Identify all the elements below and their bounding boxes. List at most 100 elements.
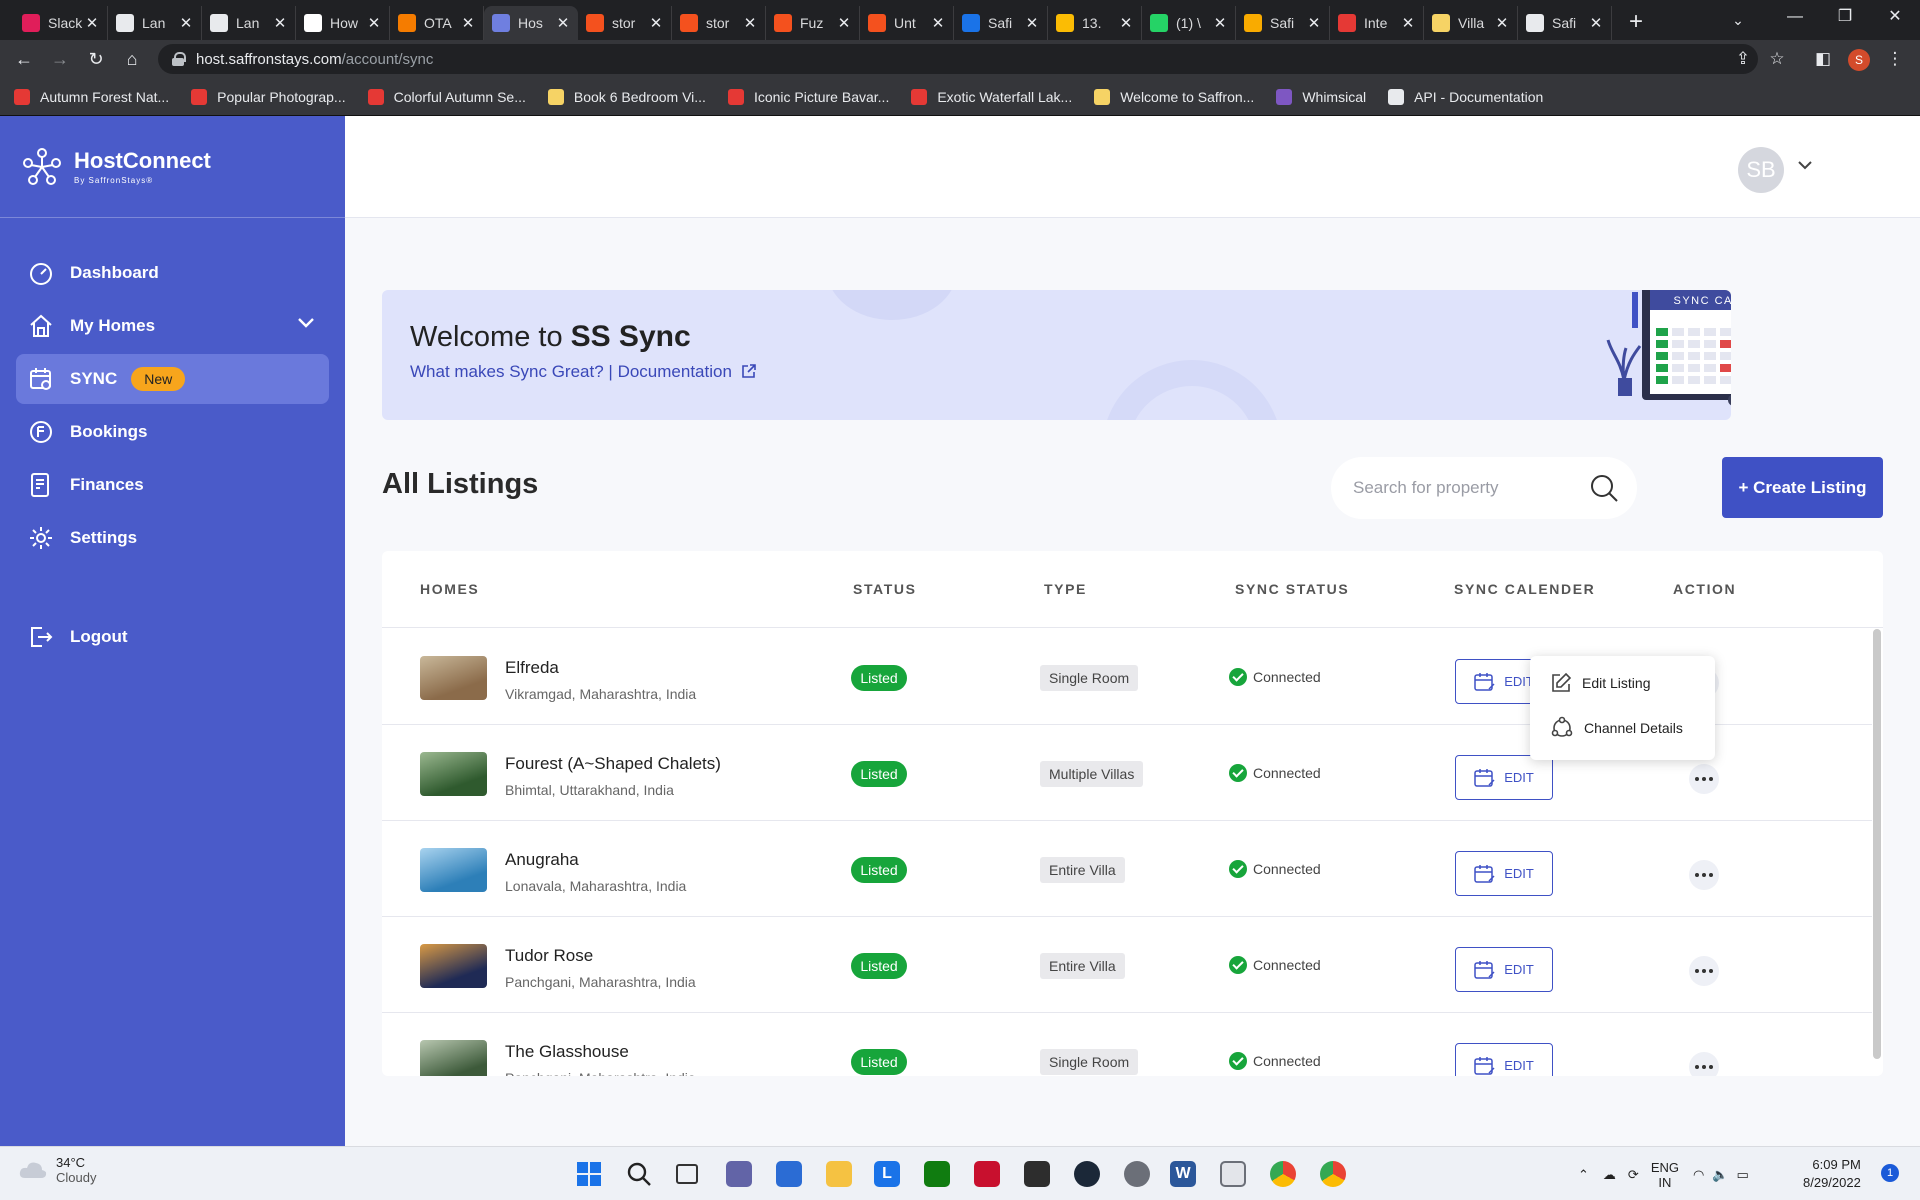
- browser-tab[interactable]: (1) \ ✕: [1142, 6, 1236, 40]
- tab-close-icon[interactable]: ✕: [1025, 14, 1039, 32]
- battery-icon[interactable]: ▭: [1737, 1167, 1749, 1183]
- bookmark-item[interactable]: Whimsical: [1276, 88, 1366, 105]
- property-thumbnail[interactable]: [420, 848, 487, 892]
- bookmark-item[interactable]: Iconic Picture Bavar...: [727, 88, 889, 105]
- nav-logout[interactable]: Logout: [16, 612, 329, 662]
- nav-sync[interactable]: SYNC New: [16, 354, 329, 404]
- browser-tab[interactable]: OTA ✕: [390, 6, 484, 40]
- more-actions-icon[interactable]: [1689, 764, 1719, 794]
- browser-tab[interactable]: Lan ✕: [202, 6, 296, 40]
- app-l-icon[interactable]: L: [874, 1161, 900, 1187]
- browser-tab[interactable]: stor ✕: [578, 6, 672, 40]
- notification-badge[interactable]: 1: [1881, 1164, 1899, 1182]
- windows-start-icon[interactable]: [576, 1161, 602, 1187]
- more-actions-icon[interactable]: [1689, 956, 1719, 986]
- search-icon[interactable]: [1589, 473, 1619, 503]
- browser-tab[interactable]: Fuz ✕: [766, 6, 860, 40]
- chevron-down-icon[interactable]: [297, 317, 315, 329]
- browser-tab[interactable]: Lan ✕: [108, 6, 202, 40]
- property-name[interactable]: Elfreda: [505, 658, 559, 678]
- word-icon[interactable]: W: [1170, 1161, 1196, 1187]
- share-icon[interactable]: ⇪: [1728, 44, 1758, 74]
- nav-bookings[interactable]: Bookings: [16, 407, 329, 457]
- browser-tab[interactable]: 13. ✕: [1048, 6, 1142, 40]
- snipping-tool-icon[interactable]: [1220, 1161, 1246, 1187]
- forward-icon[interactable]: →: [42, 42, 78, 76]
- bookmark-star-icon[interactable]: ☆: [1762, 44, 1792, 74]
- browser-tab[interactable]: Slack ✕: [14, 6, 108, 40]
- clock[interactable]: 6:09 PM 8/29/2022: [1803, 1156, 1861, 1192]
- browser-tab[interactable]: stor ✕: [672, 6, 766, 40]
- browser-tab[interactable]: Hos ✕: [484, 6, 578, 40]
- property-name[interactable]: Anugraha: [505, 850, 579, 870]
- browser-tab[interactable]: Safi ✕: [954, 6, 1048, 40]
- restore-icon[interactable]: ❐: [1820, 0, 1870, 34]
- tab-close-icon[interactable]: ✕: [1307, 14, 1321, 32]
- property-name[interactable]: Fourest (A~Shaped Chalets): [505, 754, 721, 774]
- table-row[interactable]: The Glasshouse Panchgani, Maharashtra, In…: [382, 1013, 1872, 1076]
- weather-widget[interactable]: 34°C Cloudy: [18, 1155, 96, 1185]
- user-avatar[interactable]: SB: [1738, 147, 1784, 193]
- browser-tab[interactable]: Safi ✕: [1518, 6, 1612, 40]
- tab-close-icon[interactable]: ✕: [931, 14, 945, 32]
- bookmark-item[interactable]: Popular Photograp...: [191, 88, 346, 105]
- tab-close-icon[interactable]: ✕: [556, 14, 570, 32]
- bookmark-item[interactable]: Exotic Waterfall Lak...: [911, 88, 1072, 105]
- teams-chat-icon[interactable]: [726, 1161, 752, 1187]
- property-thumbnail[interactable]: [420, 1040, 487, 1076]
- volume-icon[interactable]: 🔈: [1712, 1167, 1728, 1183]
- bookmark-item[interactable]: Welcome to Saffron...: [1094, 88, 1254, 105]
- table-scrollbar[interactable]: [1873, 629, 1881, 1059]
- property-thumbnail[interactable]: [420, 656, 487, 700]
- property-thumbnail[interactable]: [420, 944, 487, 988]
- search-input[interactable]: [1353, 478, 1589, 498]
- tab-close-icon[interactable]: ✕: [649, 14, 663, 32]
- tab-close-icon[interactable]: ✕: [179, 14, 193, 32]
- reload-icon[interactable]: ↻: [78, 42, 114, 76]
- menu-kebab-icon[interactable]: ⋮: [1880, 44, 1910, 74]
- wifi-icon[interactable]: ◠: [1693, 1167, 1704, 1183]
- sticky-notes-icon[interactable]: [1024, 1161, 1050, 1187]
- profile-avatar[interactable]: S: [1848, 49, 1870, 71]
- edit-calendar-button[interactable]: EDIT: [1455, 755, 1553, 800]
- bookmark-item[interactable]: API - Documentation: [1388, 88, 1543, 105]
- edit-calendar-button[interactable]: EDIT: [1455, 947, 1553, 992]
- xbox-icon[interactable]: [924, 1161, 950, 1187]
- bookmark-item[interactable]: Book 6 Bedroom Vi...: [547, 88, 706, 105]
- task-view-icon[interactable]: [676, 1164, 698, 1184]
- more-actions-icon[interactable]: [1689, 1052, 1719, 1076]
- tab-close-icon[interactable]: ✕: [367, 14, 381, 32]
- back-icon[interactable]: ←: [6, 42, 42, 76]
- tab-close-icon[interactable]: ✕: [1589, 14, 1603, 32]
- mcafee-icon[interactable]: [974, 1161, 1000, 1187]
- tab-close-icon[interactable]: ✕: [85, 14, 99, 32]
- property-thumbnail[interactable]: [420, 752, 487, 796]
- edit-calendar-button[interactable]: EDIT: [1455, 851, 1553, 896]
- tray-chevron-up-icon[interactable]: ⌃: [1578, 1167, 1589, 1183]
- browser-tab[interactable]: How ✕: [296, 6, 390, 40]
- tab-close-icon[interactable]: ✕: [1401, 14, 1415, 32]
- side-panel-icon[interactable]: ◧: [1808, 44, 1838, 74]
- table-row[interactable]: Anugraha Lonavala, Maharashtra, India List…: [382, 821, 1872, 917]
- property-name[interactable]: Tudor Rose: [505, 946, 593, 966]
- tab-close-icon[interactable]: ✕: [1495, 14, 1509, 32]
- close-window-icon[interactable]: ✕: [1870, 0, 1920, 34]
- nav-my-homes[interactable]: My Homes: [16, 301, 329, 351]
- tab-search-icon[interactable]: ⌄: [1724, 6, 1752, 34]
- nav-dashboard[interactable]: Dashboard: [16, 248, 329, 298]
- sync-icon[interactable]: ⟳: [1628, 1167, 1639, 1183]
- store-icon[interactable]: [776, 1161, 802, 1187]
- table-row[interactable]: Tudor Rose Panchgani, Maharashtra, India L…: [382, 917, 1872, 1013]
- tab-close-icon[interactable]: ✕: [1213, 14, 1227, 32]
- tab-close-icon[interactable]: ✕: [1119, 14, 1133, 32]
- tab-close-icon[interactable]: ✕: [743, 14, 757, 32]
- tab-close-icon[interactable]: ✕: [273, 14, 287, 32]
- chrome-profile-icon[interactable]: [1320, 1161, 1346, 1187]
- create-listing-button[interactable]: + Create Listing: [1722, 457, 1883, 518]
- property-name[interactable]: The Glasshouse: [505, 1042, 629, 1062]
- menu-item-edit-listing[interactable]: Edit Listing: [1550, 672, 1650, 694]
- edit-calendar-button[interactable]: EDIT: [1455, 1043, 1553, 1076]
- language-indicator[interactable]: ENG IN: [1651, 1160, 1679, 1190]
- browser-tab[interactable]: Unt ✕: [860, 6, 954, 40]
- chrome-icon[interactable]: [1270, 1161, 1296, 1187]
